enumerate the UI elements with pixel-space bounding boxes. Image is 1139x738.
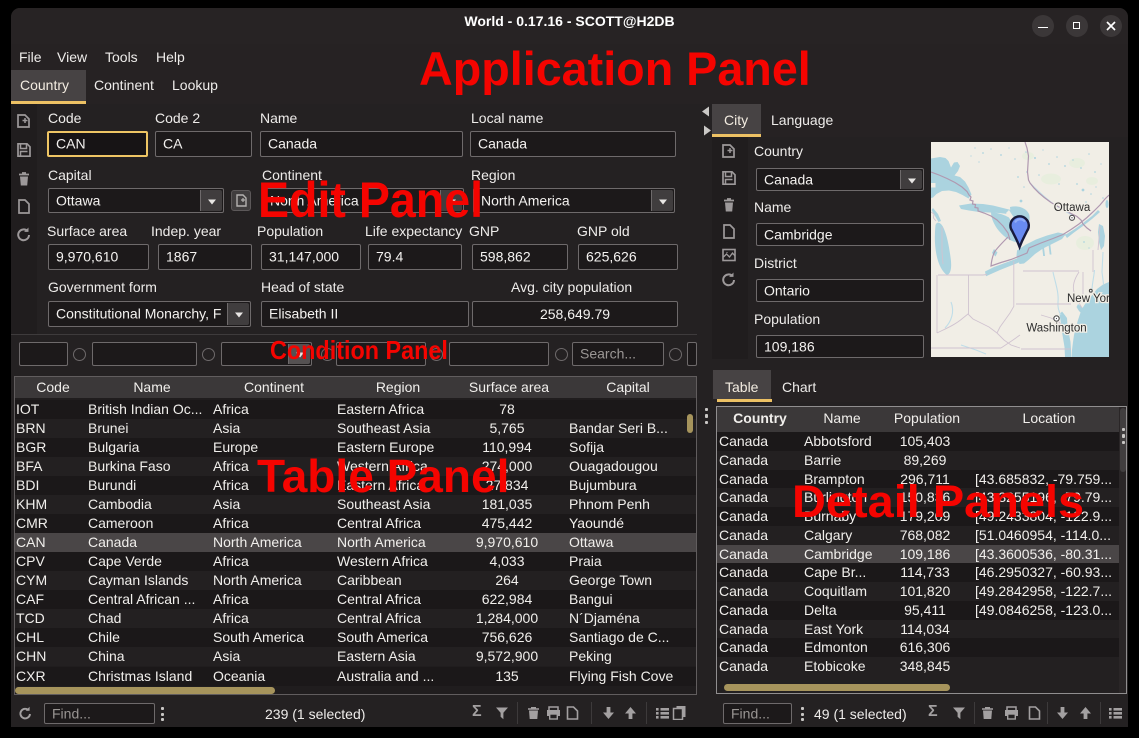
svg-text:Washington: Washington	[1026, 323, 1086, 335]
svg-text:New York: New York	[1067, 293, 1109, 305]
svg-text:Ottawa: Ottawa	[1054, 202, 1091, 214]
